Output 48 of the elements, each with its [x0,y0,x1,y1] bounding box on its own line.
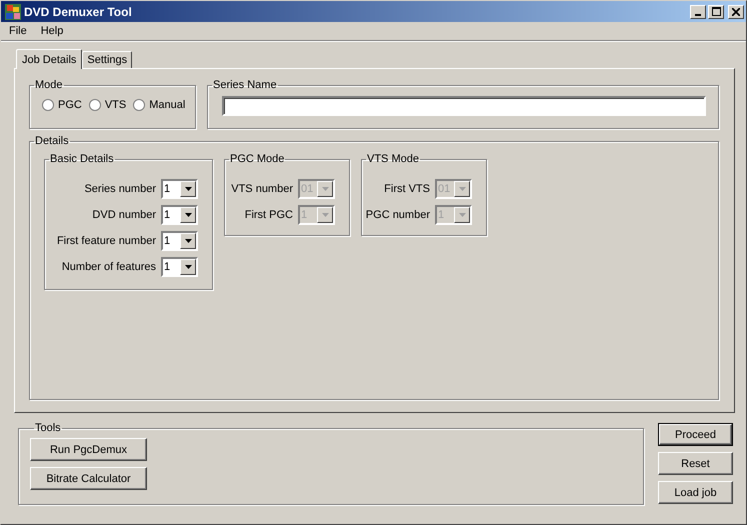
field-label: First PGC [244,209,293,221]
series-name-field[interactable] [222,96,706,116]
action-button[interactable]: Reset [658,452,733,475]
dropdown-arrow-icon [322,187,328,191]
dropdown-arrow-icon [184,213,192,217]
tab[interactable]: Job Details [16,49,82,69]
close-button[interactable] [728,4,744,18]
dropdown[interactable]: 1 [161,179,198,199]
field-label: First feature number [56,235,156,247]
dropdown-arrow-icon [458,187,466,191]
group-label: VTS Mode [366,153,420,165]
dropdown[interactable]: 1 [161,205,198,225]
menu-item[interactable]: Help [34,25,70,37]
field-label: DVD number [92,209,156,221]
minimize-icon [695,14,701,16]
field-label: First VTS [384,183,430,195]
maximize-icon [712,7,720,16]
tool-button[interactable]: Run PgcDemux [30,438,147,461]
group-label: Tools [34,422,62,434]
radio-option[interactable]: VTS [88,99,126,111]
field-label: Series number [84,183,156,195]
close-icon [732,8,740,16]
field-label: VTS number [231,183,293,195]
group-label: Mode [34,79,64,91]
group-label: PGC Mode [229,153,286,165]
dropdown-arrow-icon [458,213,466,217]
dropdown[interactable]: 1 [161,257,198,277]
menu-item[interactable]: File [3,25,33,37]
group-label: Basic Details [49,153,115,165]
group-label: Series Name [212,79,278,91]
dropdown-arrow-icon [184,187,192,191]
dropdown-arrow-icon [184,239,192,243]
window-title: DVD Demuxer Tool [24,4,132,18]
action-button[interactable]: Proceed [658,423,733,446]
tab[interactable]: Settings [82,51,132,68]
field-label: Number of features [62,261,156,273]
minimize-button[interactable] [690,4,706,18]
maximize-button[interactable] [708,4,724,18]
dropdown-arrow-icon [184,265,192,269]
radio-option[interactable]: Manual [133,99,186,111]
group-label: Details [34,135,70,147]
tool-button[interactable]: Bitrate Calculator [30,467,147,490]
dropdown[interactable]: 1 [161,231,198,251]
radio-option[interactable]: PGC [42,99,82,111]
dropdown-arrow-icon [322,213,328,217]
action-button[interactable]: Load job [658,481,733,504]
app-icon [5,4,21,20]
field-label: PGC number [366,209,430,221]
